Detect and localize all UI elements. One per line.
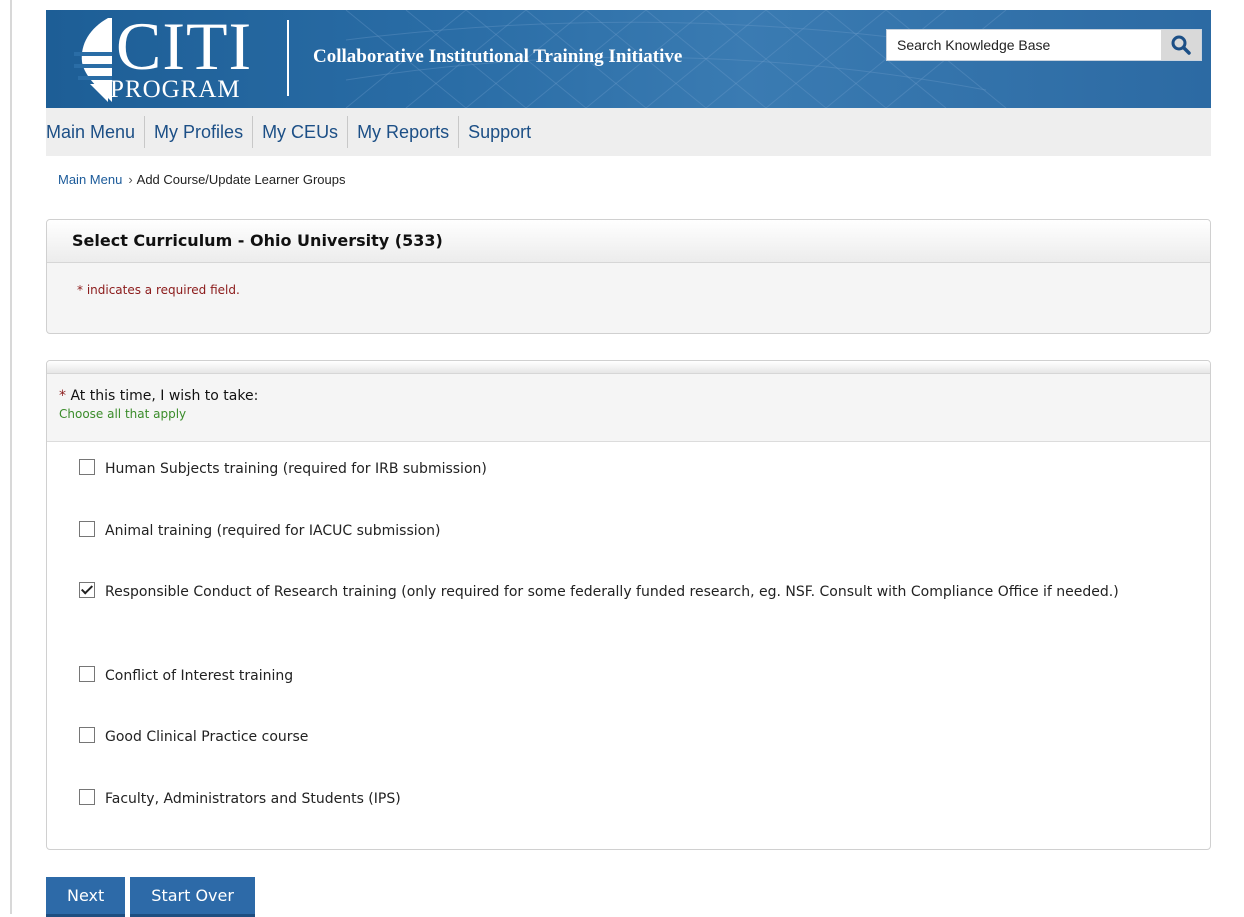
left-border-rule [10,0,12,914]
search-button[interactable] [1161,30,1201,60]
search-icon [1171,35,1191,55]
header-banner: CITI PROGRAM Collaborative Institutional… [46,10,1211,108]
option-label: Human Subjects training (required for IR… [105,461,487,477]
nav-my-ceus[interactable]: My CEUs [253,116,349,148]
nav-my-profiles[interactable]: My Profiles [145,116,254,148]
question-text: At this time, I wish to take: [70,388,259,404]
logo-divider [287,20,289,96]
knowledge-base-search [886,29,1202,61]
option-ips[interactable]: Faculty, Administrators and Students (IP… [59,789,1179,810]
question-hint: Choose all that apply [59,407,187,421]
breadcrumb-home-link[interactable]: Main Menu [58,172,122,187]
page-container: CITI PROGRAM Collaborative Institutional… [46,10,1211,850]
breadcrumb: Main Menu › Add Course/Update Learner Grou… [58,172,1211,187]
option-conflict-of-interest[interactable]: Conflict of Interest training [59,666,1179,687]
course-selection-panel: * At this time, I wish to take: Choose a… [46,360,1211,850]
nav-main-menu[interactable]: Main Menu [46,116,146,148]
search-input[interactable] [887,30,1157,60]
panel-header-strip [47,361,1210,374]
option-label: Good Clinical Practice course [105,729,309,745]
checkbox-ips[interactable] [79,789,95,805]
form-actions: Next Start Over [46,877,255,917]
nav-support[interactable]: Support [459,116,540,148]
option-label: Conflict of Interest training [105,668,294,684]
question-label: * At this time, I wish to take: [59,388,1210,404]
option-good-clinical-practice[interactable]: Good Clinical Practice course [59,727,1179,748]
option-rcr-training[interactable]: Responsible Conduct of Research training… [59,582,1179,603]
breadcrumb-separator: › [128,172,133,187]
nav-my-reports[interactable]: My Reports [348,116,460,148]
option-label: Responsible Conduct of Research training… [105,584,1119,600]
option-human-subjects[interactable]: Human Subjects training (required for IR… [59,459,1179,480]
option-label: Faculty, Administrators and Students (IP… [105,791,401,807]
logo-citi-text: CITI [116,10,253,84]
citi-logo[interactable]: CITI PROGRAM [68,10,298,106]
breadcrumb-current: Add Course/Update Learner Groups [136,172,346,187]
curriculum-panel: Select Curriculum - Ohio University (533… [46,219,1211,334]
option-animal-training[interactable]: Animal training (required for IACUC subm… [59,521,1179,542]
checkbox-animal-training[interactable] [79,521,95,537]
required-marker: * [59,388,66,404]
checkbox-human-subjects[interactable] [79,459,95,475]
start-over-button[interactable]: Start Over [130,877,255,917]
checkbox-good-clinical-practice[interactable] [79,727,95,743]
site-tagline: Collaborative Institutional Training Ini… [313,46,683,67]
checkbox-rcr-training[interactable] [79,582,95,598]
checkbox-conflict-of-interest[interactable] [79,666,95,682]
curriculum-panel-title: Select Curriculum - Ohio University (533… [47,220,1210,263]
logo-program-text: PROGRAM [110,76,241,103]
option-label: Animal training (required for IACUC subm… [105,523,441,539]
next-button[interactable]: Next [46,877,126,917]
main-nav: Main Menu My Profiles My CEUs My Reports… [46,108,1211,156]
question-header: * At this time, I wish to take: Choose a… [47,374,1210,442]
required-field-note: * indicates a required field. [77,283,240,297]
